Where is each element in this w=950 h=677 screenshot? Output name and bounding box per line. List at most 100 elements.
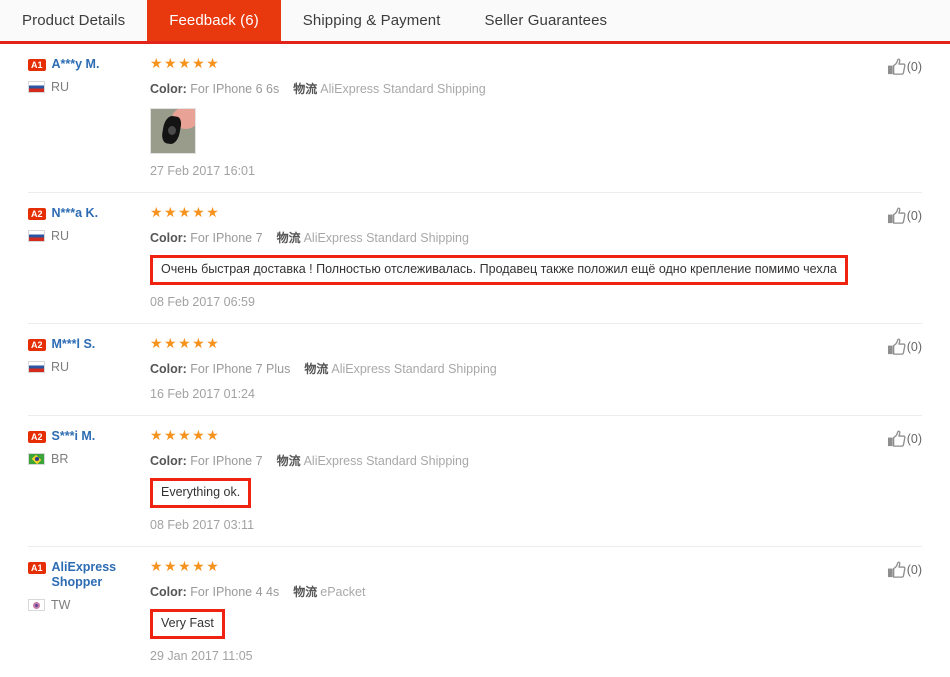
color-value: For IPhone 7 Plus — [190, 362, 291, 376]
color-label: Color: — [150, 454, 187, 468]
buyer-level-badge: A1 — [28, 59, 46, 71]
logistics-label: 物流 — [276, 231, 301, 245]
star-rating: ★★★★★ — [150, 204, 221, 220]
review-date: 27 Feb 2017 16:01 — [150, 164, 255, 178]
review-attributes: Color: For IPhone 7 物流 AliExpress Standard… — [150, 231, 848, 246]
color-label: Color: — [150, 82, 187, 96]
thumbs-up-icon — [887, 430, 906, 447]
buyer-identity: A1 A***y M. — [28, 57, 150, 72]
buyer-identity: A2 M***l S. — [28, 337, 150, 352]
country-code-label: TW — [51, 598, 71, 612]
star-rating: ★★★★★ — [150, 558, 221, 574]
helpful-count: (0) — [906, 432, 922, 446]
review-date: 08 Feb 2017 06:59 — [150, 295, 255, 309]
buyer-name-link[interactable]: M***l S. — [52, 337, 96, 352]
thumbs-up-icon — [887, 561, 906, 578]
review-attributes: Color: For IPhone 6 6s 物流 AliExpress Stand… — [150, 82, 848, 97]
review-item: A2 S***i M. BR ★★★★★ Color: For IPhone 7 物流 Al… — [28, 415, 922, 546]
buyer-level-badge: A1 — [28, 562, 46, 574]
buyer-name-link[interactable]: AliExpress Shopper — [52, 560, 150, 590]
color-label: Color: — [150, 231, 187, 245]
helpful-vote-button[interactable]: (0) — [848, 559, 922, 677]
logistics-value: AliExpress Standard Shipping — [331, 362, 497, 376]
review-buyer: A2 N***a K. RU — [28, 205, 150, 323]
review-comment: Очень быстрая доставка ! Полностью отсле… — [150, 255, 848, 285]
review-date: 08 Feb 2017 03:11 — [150, 518, 255, 532]
thumbs-up-icon — [887, 338, 906, 355]
tab-product-details[interactable]: Product Details — [0, 0, 148, 41]
helpful-count: (0) — [906, 563, 922, 577]
color-value: For IPhone 7 — [190, 454, 263, 468]
country-code-label: RU — [51, 80, 70, 94]
review-body: ★★★★★ Color: For IPhone 7 Plus 物流 AliExpres… — [150, 336, 848, 415]
thumbs-up-icon — [887, 207, 906, 224]
tab-feedback-6[interactable]: Feedback (6) — [147, 0, 281, 41]
color-value: For IPhone 6 6s — [190, 82, 280, 96]
buyer-level-badge: A2 — [28, 208, 46, 220]
country-code-label: BR — [51, 452, 69, 466]
country-flag-icon — [28, 453, 45, 465]
buyer-country: BR — [28, 452, 150, 466]
review-buyer: A1 A***y M. RU — [28, 56, 150, 192]
country-flag-icon — [28, 230, 45, 242]
logistics-label: 物流 — [276, 454, 301, 468]
helpful-count: (0) — [906, 209, 922, 223]
tab-label: Feedback (6) — [169, 12, 259, 29]
buyer-level-badge: A2 — [28, 339, 46, 351]
helpful-vote-button[interactable]: (0) — [848, 428, 922, 546]
buyer-level-badge: A2 — [28, 431, 46, 443]
review-body: ★★★★★ Color: For IPhone 7 物流 AliExpress Sta… — [150, 428, 848, 546]
review-buyer: A2 S***i M. BR — [28, 428, 150, 546]
tab-label: Shipping & Payment — [302, 12, 441, 29]
helpful-vote-button[interactable]: (0) — [848, 205, 922, 323]
review-attributes: Color: For IPhone 7 物流 AliExpress Standard… — [150, 454, 848, 469]
logistics-value: AliExpress Standard Shipping — [303, 454, 469, 468]
tab-shipping-payment[interactable]: Shipping & Payment — [280, 0, 463, 41]
color-label: Color: — [150, 362, 187, 376]
logistics-label: 物流 — [293, 82, 318, 96]
helpful-count: (0) — [906, 340, 922, 354]
review-photo-thumbnail[interactable] — [150, 108, 196, 154]
buyer-name-link[interactable]: S***i M. — [52, 429, 96, 444]
tab-seller-guarantees[interactable]: Seller Guarantees — [462, 0, 630, 41]
review-body: ★★★★★ Color: For IPhone 7 物流 AliExpress Sta… — [150, 205, 848, 323]
review-attributes: Color: For IPhone 4 4s 物流 ePacket — [150, 585, 848, 600]
buyer-identity: A1 AliExpress Shopper — [28, 560, 150, 590]
thumbs-up-icon — [887, 58, 906, 75]
logistics-label: 物流 — [293, 585, 318, 599]
color-value: For IPhone 4 4s — [190, 585, 280, 599]
country-flag-icon — [28, 599, 45, 611]
tab-bar: Product Details Feedback (6) Shipping & Pa… — [0, 0, 950, 41]
review-buyer: A1 AliExpress Shopper TW — [28, 559, 150, 677]
buyer-country: RU — [28, 80, 150, 94]
color-value: For IPhone 7 — [190, 231, 263, 245]
country-code-label: RU — [51, 229, 70, 243]
color-label: Color: — [150, 585, 187, 599]
review-item: A1 A***y M. RU ★★★★★ Color: For IPhone 6 6s 物… — [28, 44, 922, 192]
star-rating: ★★★★★ — [150, 55, 221, 71]
review-attributes: Color: For IPhone 7 Plus 物流 AliExpress Sta… — [150, 362, 848, 377]
star-rating: ★★★★★ — [150, 335, 221, 351]
photo-shape — [168, 126, 176, 135]
helpful-vote-button[interactable]: (0) — [848, 56, 922, 192]
buyer-name-link[interactable]: N***a K. — [52, 206, 99, 221]
buyer-name-link[interactable]: A***y M. — [52, 57, 100, 72]
logistics-value: ePacket — [320, 585, 366, 599]
buyer-country: TW — [28, 598, 150, 612]
buyer-identity: A2 S***i M. — [28, 429, 150, 444]
review-item: A2 M***l S. RU ★★★★★ Color: For IPhone 7 Plu… — [28, 323, 922, 415]
logistics-label: 物流 — [304, 362, 329, 376]
review-date: 16 Feb 2017 01:24 — [150, 387, 255, 401]
tab-label: Seller Guarantees — [484, 12, 608, 29]
country-flag-icon — [28, 361, 45, 373]
helpful-vote-button[interactable]: (0) — [848, 336, 922, 415]
logistics-value: AliExpress Standard Shipping — [320, 82, 486, 96]
review-comment: Very Fast — [150, 609, 225, 639]
country-code-label: RU — [51, 360, 70, 374]
star-rating: ★★★★★ — [150, 427, 221, 443]
review-photos — [150, 108, 848, 154]
review-date: 29 Jan 2017 11:05 — [150, 649, 253, 663]
buyer-country: RU — [28, 360, 150, 374]
review-buyer: A2 M***l S. RU — [28, 336, 150, 415]
review-item: A2 N***a K. RU ★★★★★ Color: For IPhone 7 物流 Al… — [28, 192, 922, 323]
